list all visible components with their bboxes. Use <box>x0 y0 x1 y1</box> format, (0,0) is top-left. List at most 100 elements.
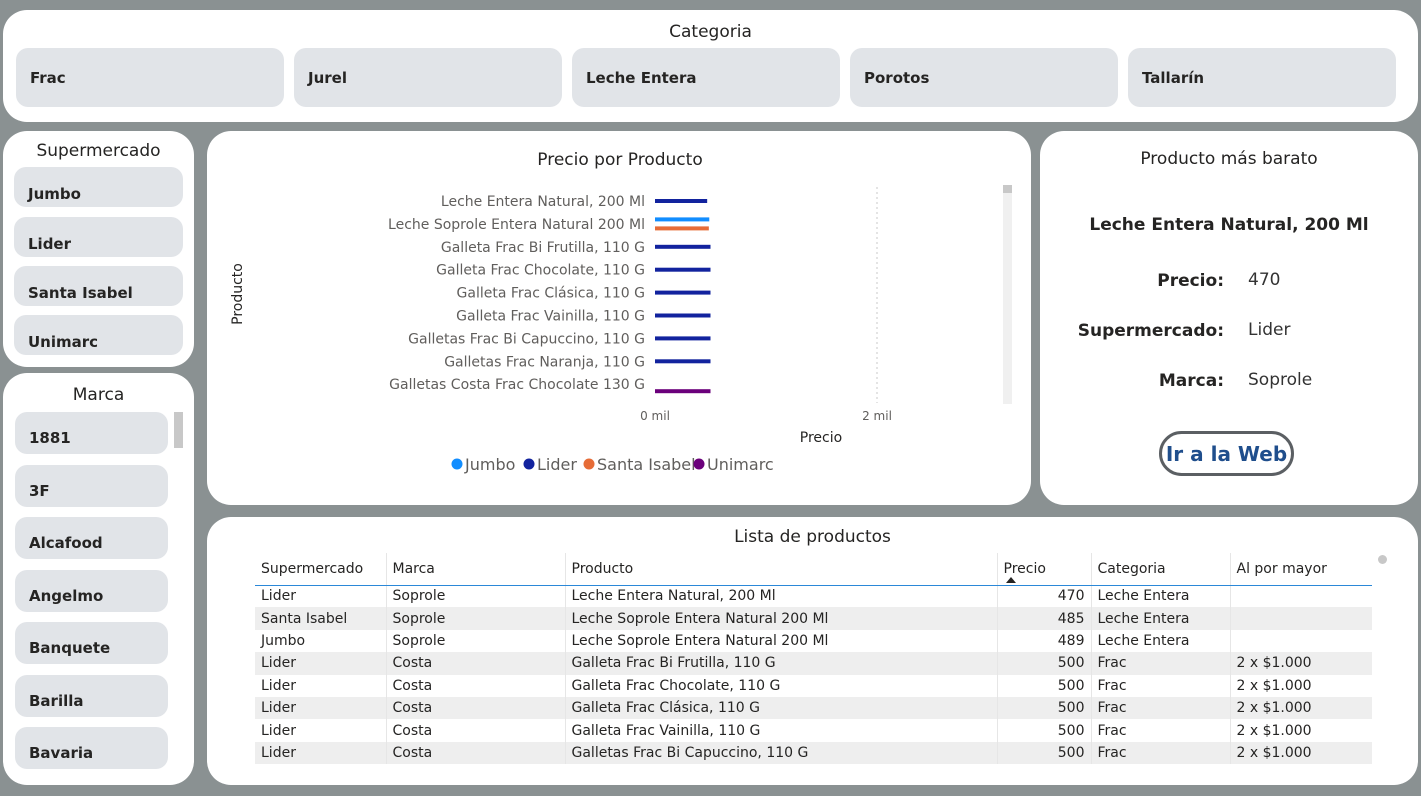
chart-bar[interactable] <box>655 389 711 394</box>
table-cell: 2 x $1.000 <box>1236 677 1312 694</box>
table-cell: Lider <box>255 741 387 765</box>
chart-bar[interactable] <box>655 199 708 203</box>
legend-item-jumbo[interactable]: Jumbo <box>464 455 515 474</box>
column-header-al-por-mayor[interactable]: Al por mayor <box>1230 553 1372 586</box>
marca-item-barilla[interactable]: Barilla <box>15 675 168 717</box>
table-cell: 2 x $1.000 <box>1230 741 1372 765</box>
categoria-item-tallarin[interactable]: Tallarín <box>1128 48 1396 107</box>
marca-item-alcafood[interactable]: Alcafood <box>15 517 168 559</box>
table-cell: Leche Entera Natural, 200 Ml <box>565 585 998 608</box>
legend-item-santa-isabel[interactable]: Santa Isabel <box>597 455 696 474</box>
column-header-label: Al por mayor <box>1236 560 1327 577</box>
table-row[interactable]: Lider Costa Galleta Frac Clásica, 110 G 500… <box>255 696 1372 720</box>
marca-scrollbar[interactable] <box>174 412 183 448</box>
categoria-item-leche-entera[interactable]: Leche Entera <box>572 48 840 107</box>
ir-a-la-web-button[interactable]: Ir a la Web <box>1159 431 1294 476</box>
column-header-label: Supermercado <box>261 560 364 577</box>
precio-por-producto-chart: Precio por Producto Producto Precio Lech… <box>207 131 1031 505</box>
chart-category-label: Leche Entera Natural, 200 Ml <box>441 194 645 210</box>
table-cell: Leche Entera <box>1091 629 1231 653</box>
marca-item-1881[interactable]: 1881 <box>15 412 168 454</box>
table-header-row: Supermercado Marca Producto Precio Categ… <box>255 553 1372 586</box>
legend-item-unimarc[interactable]: Unimarc <box>707 455 774 474</box>
table-row[interactable]: Lider Costa Galleta Frac Vainilla, 110 G 50… <box>255 719 1372 742</box>
table-cell: 2 x $1.000 <box>1236 722 1312 739</box>
categoria-item-frac[interactable]: Frac <box>16 48 284 107</box>
categoria-title: Categoria <box>669 22 752 42</box>
table-row[interactable]: Lider Soprole Leche Entera Natural, 200 Ml… <box>255 585 1372 608</box>
table-cell <box>1230 607 1372 630</box>
chart-category-label: Galletas Frac Bi Capuccino, 110 G <box>408 331 645 347</box>
chart-scrollbar-track[interactable] <box>1003 185 1012 404</box>
marca-value: Soprole <box>1248 370 1313 390</box>
table-cell: Costa <box>386 741 566 765</box>
supermercado-item-lider[interactable]: Lider <box>14 217 183 257</box>
chart-x-tick-label: 0 mil <box>640 409 670 423</box>
chart-x-tick-label: 2 mil <box>862 409 892 423</box>
column-header-marca[interactable]: Marca <box>386 553 566 586</box>
marca-item-bavaria[interactable]: Bavaria <box>15 727 168 769</box>
column-header-categoria[interactable]: Categoria <box>1091 553 1231 586</box>
supermercado-item-jumbo[interactable]: Jumbo <box>14 167 183 207</box>
table-row[interactable]: Lider Costa Galleta Frac Chocolate, 110 G5… <box>255 674 1372 697</box>
column-header-precio[interactable]: Precio <box>997 553 1092 586</box>
chart-category-label: Galleta Frac Vainilla, 110 G <box>456 309 645 325</box>
table-cell: 500 <box>997 741 1092 765</box>
chart-bar[interactable] <box>655 359 711 364</box>
legend-marker <box>583 458 595 470</box>
chart-category-label: Galleta Frac Chocolate, 110 G <box>436 263 645 279</box>
table-cell: 500 <box>997 674 1092 697</box>
table-cell: Leche Entera <box>1091 585 1231 608</box>
marca-label: Marca: <box>1158 371 1224 391</box>
marca-item-3f[interactable]: 3F <box>15 465 168 507</box>
chart-x-axis-label: Precio <box>800 430 842 446</box>
chart-bar[interactable] <box>655 217 710 222</box>
categoria-slicer: Categoria Frac Jurel Leche Entera Poroto… <box>3 10 1418 122</box>
marca-title: Marca <box>72 385 125 405</box>
chart-category-label: Galleta Frac Bi Frutilla, 110 G <box>441 240 645 256</box>
table-cell: 2 x $1.000 <box>1230 696 1372 720</box>
sort-ascending-icon <box>1005 576 1016 583</box>
chart-bar[interactable] <box>655 267 711 272</box>
categoria-item-jurel[interactable]: Jurel <box>294 48 562 107</box>
table-cell: Leche Soprole Entera Natural 200 Ml <box>565 607 998 630</box>
marca-item-angelmo[interactable]: Angelmo <box>15 570 168 612</box>
table-cell: Santa Isabel <box>255 607 387 630</box>
precio-value: 470 <box>1248 270 1281 290</box>
chart-bar[interactable] <box>655 336 711 341</box>
table-cell: Jumbo <box>255 629 387 653</box>
marca-item-banquete[interactable]: Banquete <box>15 622 168 664</box>
product-table: Supermercado Marca Producto Precio Categ… <box>255 553 1372 765</box>
table-cell: Costa <box>386 674 566 697</box>
table-cell: Soprole <box>386 629 566 653</box>
table-scrollbar[interactable] <box>1378 555 1387 564</box>
chart-bar[interactable] <box>655 226 709 231</box>
chart-y-axis-label: Producto <box>230 263 246 325</box>
legend-item-lider[interactable]: Lider <box>537 455 577 474</box>
table-row[interactable]: Santa Isabel Soprole Leche Soprole Entera … <box>255 607 1372 630</box>
chart-bar[interactable] <box>655 313 711 318</box>
categoria-item-porotos[interactable]: Porotos <box>850 48 1118 107</box>
table-cell: Lider <box>255 719 387 742</box>
supermercado-item-santa-isabel[interactable]: Santa Isabel <box>14 266 183 306</box>
table-cell: 485 <box>997 607 1092 630</box>
table-cell: Leche Soprole Entera Natural 200 Ml <box>565 629 998 653</box>
chart-scrollbar-thumb[interactable] <box>1003 185 1012 193</box>
table-row[interactable]: Lider Costa Galletas Frac Bi Capuccino, 11… <box>255 741 1372 765</box>
table-cell: 2 x $1.000 <box>1230 652 1372 675</box>
chart-category-label: Leche Soprole Entera Natural 200 Ml <box>388 217 645 233</box>
chart-category-label: Galletas Costa Frac Chocolate 130 G <box>389 377 645 393</box>
table-cell: 500 <box>997 652 1092 675</box>
supermercado-item-unimarc[interactable]: Unimarc <box>14 315 183 355</box>
table-row[interactable]: Lider Costa Galleta Frac Bi Frutilla, 110 … <box>255 652 1372 675</box>
column-header-supermercado[interactable]: Supermercado <box>255 553 387 586</box>
table-cell: Frac <box>1091 696 1231 720</box>
table-cell <box>1230 630 1372 652</box>
column-header-producto[interactable]: Producto <box>565 553 998 586</box>
chart-bar[interactable] <box>655 244 711 249</box>
table-cell: Galleta Frac Clásica, 110 G <box>565 696 998 720</box>
supermercado-label: Supermercado: <box>1077 321 1224 341</box>
supermercado-value: Lider <box>1248 320 1291 340</box>
chart-bar[interactable] <box>655 290 711 295</box>
table-row[interactable]: Jumbo Soprole Leche Soprole Entera Natural… <box>255 629 1372 653</box>
